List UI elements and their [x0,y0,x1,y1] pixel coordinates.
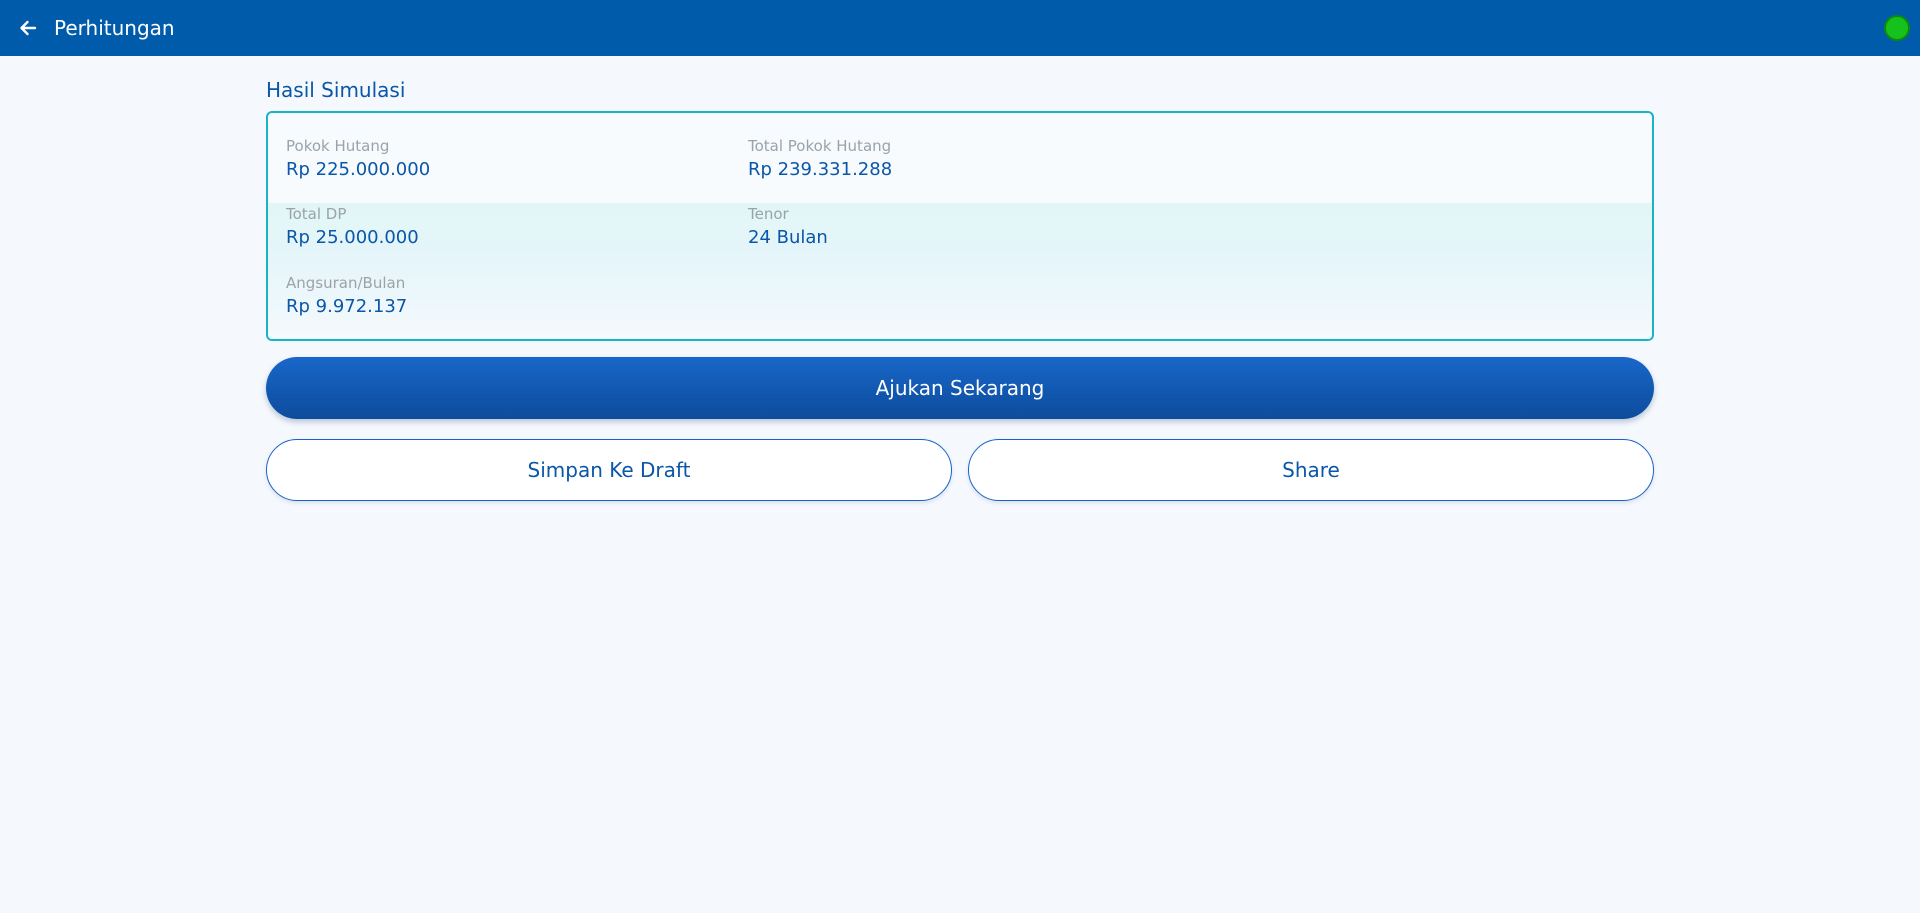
field-tenor: Tenor 24 Bulan [748,205,828,248]
app-bar: Perhitungan [0,0,1920,56]
field-angsuran-bulan: Angsuran/Bulan Rp 9.972.137 [286,274,407,317]
section-title: Hasil Simulasi [266,78,406,102]
field-value: Rp 239.331.288 [748,159,893,180]
arrow-left-icon [20,20,37,36]
field-value: Rp 9.972.137 [286,296,408,317]
field-total-dp: Total DP Rp 25.000.000 [286,205,419,248]
simulation-result-card: Pokok Hutang Rp 225.000.000 Total Pokok … [266,111,1654,341]
field-label: Total Pokok Hutang [748,137,892,155]
field-label: Total DP [286,205,347,223]
field-value: 24 Bulan [748,227,828,248]
field-value: Rp 25.000.000 [286,227,419,248]
field-label: Tenor [748,205,789,223]
card-highlight-band [268,203,1652,339]
field-value: Rp 225.000.000 [286,159,431,180]
field-total-pokok-hutang: Total Pokok Hutang Rp 239.331.288 [748,137,892,180]
back-button[interactable] [14,14,42,42]
submit-now-button[interactable]: Ajukan Sekarang [266,357,1654,419]
field-pokok-hutang: Pokok Hutang Rp 225.000.000 [286,137,430,180]
save-draft-button[interactable]: Simpan Ke Draft [266,439,952,501]
field-label: Angsuran/Bulan [286,274,406,292]
field-label: Pokok Hutang [286,137,390,155]
share-button[interactable]: Share [968,439,1654,501]
connection-status-indicator [1884,15,1910,41]
page-title: Perhitungan [54,16,175,40]
